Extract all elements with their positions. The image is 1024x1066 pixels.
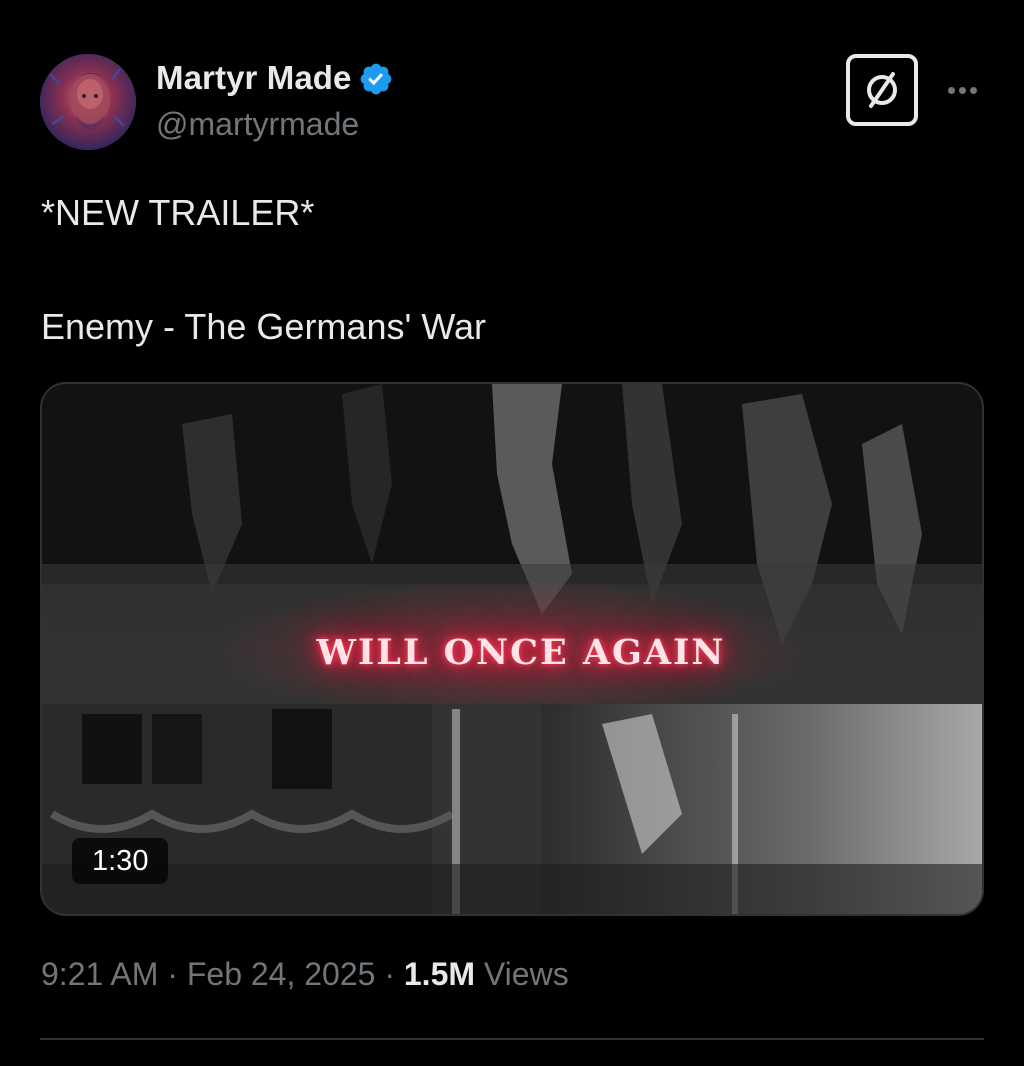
author-handle[interactable]: @martyrmade — [156, 106, 359, 143]
grok-button[interactable] — [846, 54, 918, 126]
more-options-button[interactable] — [938, 72, 986, 108]
video-duration-badge: 1:30 — [72, 838, 169, 884]
meta-separator: · — [167, 956, 178, 992]
verified-badge-icon[interactable] — [358, 61, 394, 97]
divider — [40, 1038, 984, 1040]
author-display-name[interactable]: Martyr Made — [156, 59, 352, 97]
avatar[interactable] — [40, 54, 136, 150]
video-media[interactable]: WILL ONCE AGAIN 1:30 — [40, 382, 984, 916]
grok-slashed-circle-icon — [867, 72, 897, 108]
tweet-meta: 9:21 AM · Feb 24, 2025 · 1.5M Views — [41, 956, 569, 993]
tweet-date[interactable]: Feb 24, 2025 — [187, 956, 376, 992]
meta-separator: · — [384, 956, 395, 992]
tweet: Martyr Made @martyrmade *NEW TRAILER* En… — [0, 0, 1024, 1066]
video-overlay-text: WILL ONCE AGAIN — [316, 632, 726, 673]
avatar-bust-image — [40, 54, 136, 150]
tweet-text-line-2: Enemy - The Germans' War — [41, 306, 486, 347]
more-horizontal-icon — [947, 86, 955, 94]
tweet-time[interactable]: 9:21 AM — [41, 956, 158, 992]
views-label[interactable]: Views — [484, 956, 569, 992]
views-count[interactable]: 1.5M — [404, 956, 475, 992]
author-name-row[interactable]: Martyr Made — [156, 58, 394, 98]
tweet-text-line-1: *NEW TRAILER* — [41, 192, 315, 233]
